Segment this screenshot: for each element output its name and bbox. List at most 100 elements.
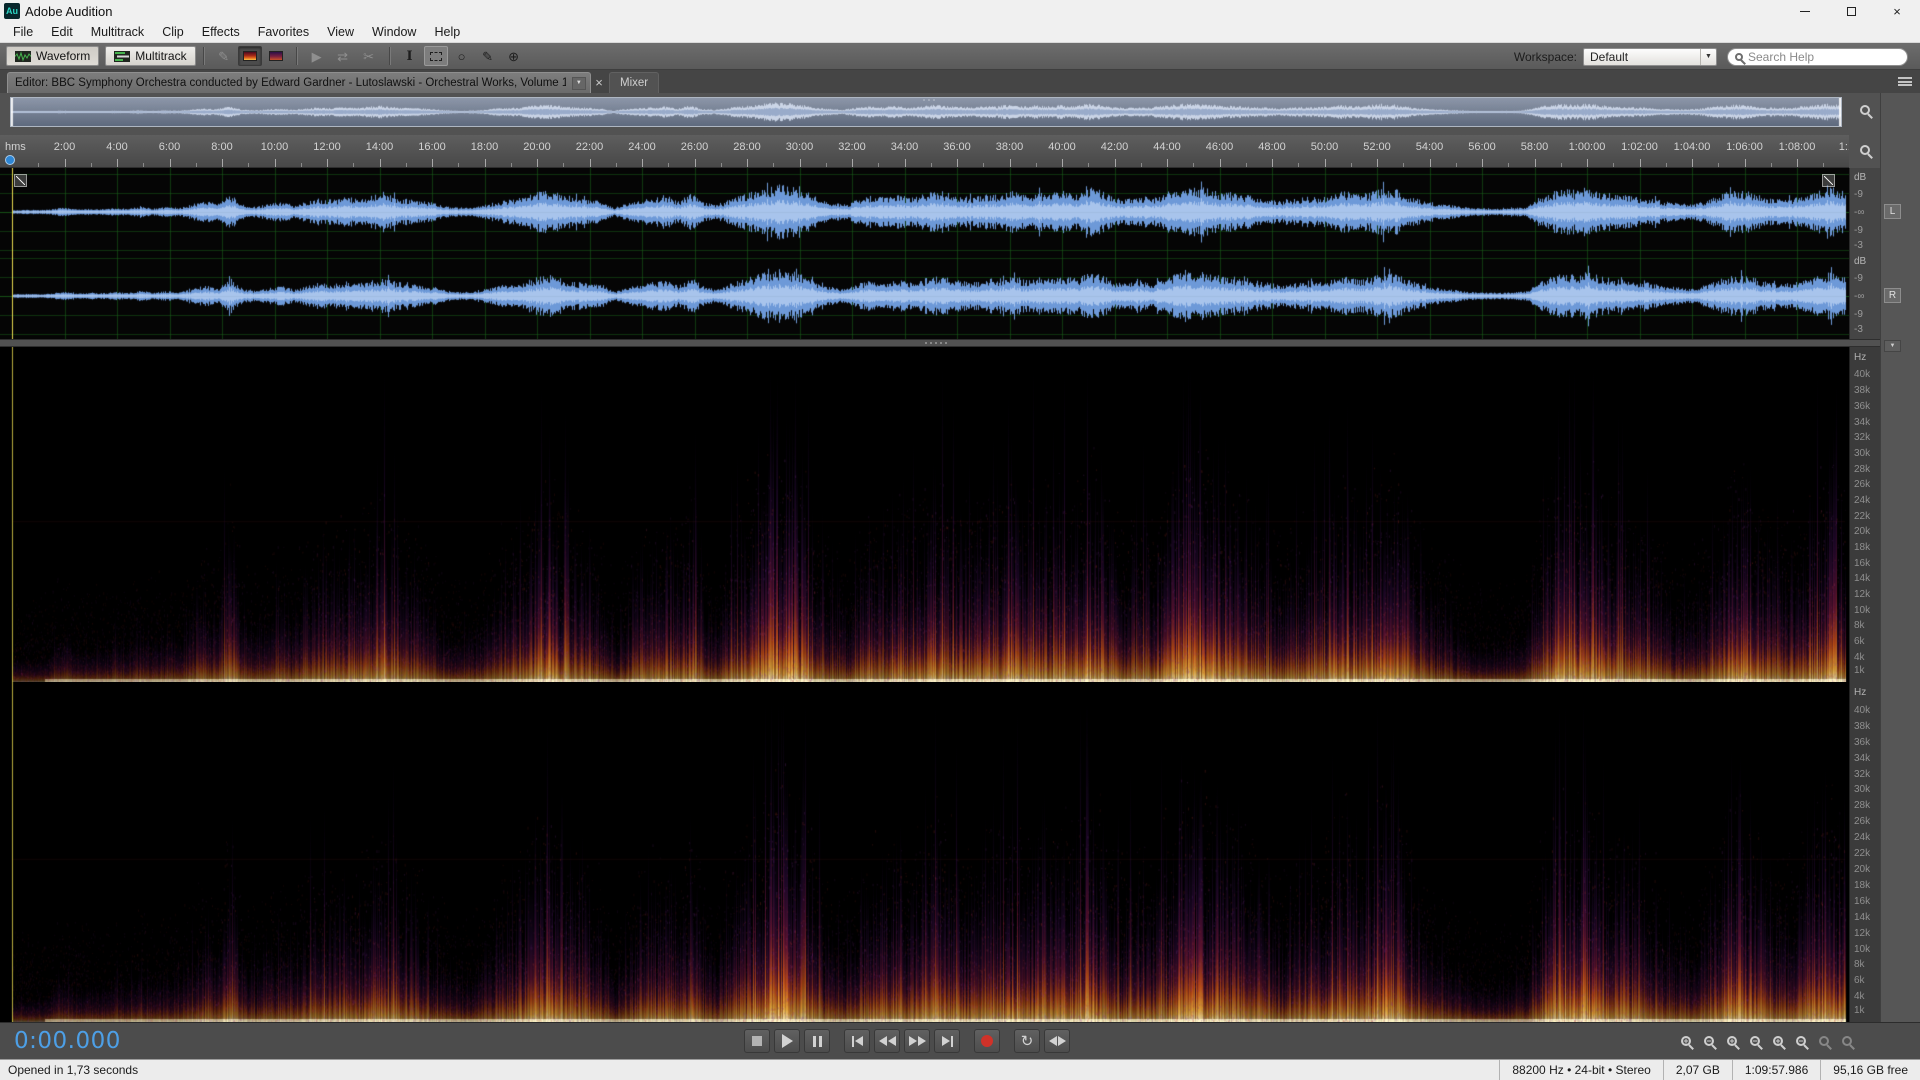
overview-grip[interactable] (923, 99, 935, 101)
loop-playback-button[interactable]: ↻ (1014, 1029, 1040, 1053)
overview-waveform[interactable] (11, 98, 1841, 126)
search-help-input[interactable]: Search Help (1727, 47, 1908, 66)
zoom-out-button[interactable]: − (1699, 1031, 1719, 1051)
time-display[interactable]: 0:00.000 (14, 1028, 121, 1054)
zoom-full-button[interactable] (1837, 1031, 1857, 1051)
timeline-tick-label: 46:00 (1205, 141, 1234, 153)
hz-scale-label: 28k (1854, 800, 1871, 812)
hz-scale-label: 14k (1854, 911, 1871, 923)
skip-selection-icon (1057, 1036, 1066, 1046)
zoom-in-button[interactable]: + (1676, 1031, 1696, 1051)
waveform-display[interactable] (0, 168, 1849, 339)
spectral-frequency-display-toggle-button[interactable] (237, 46, 262, 66)
timeline-minor-tick (1245, 163, 1247, 167)
db-scale-label: -3 (1854, 323, 1863, 335)
db-scale-label: -3 (1854, 239, 1863, 251)
menu-window[interactable]: Window (363, 22, 425, 43)
mixer-tab-label: Mixer (620, 77, 649, 89)
panel-menu-icon[interactable] (1898, 77, 1912, 86)
hz-scale-label: 38k (1854, 720, 1871, 732)
overview-zoom-button[interactable] (1854, 99, 1876, 121)
skip-previous-icon (854, 1036, 863, 1046)
channel-left-badge[interactable]: L (1884, 204, 1901, 219)
menu-effects[interactable]: Effects (193, 22, 249, 43)
spectrogram-left-canvas[interactable] (0, 347, 1849, 682)
timeline-tick-label: 40:00 (1048, 141, 1076, 153)
move-tool-button[interactable]: ▶ (305, 46, 329, 66)
timeline-minor-tick (1140, 163, 1142, 167)
panel-collapse-button[interactable]: ▼ (1884, 340, 1901, 352)
spectral-pitch-display-toggle-button[interactable] (264, 46, 288, 66)
playhead-marker[interactable] (5, 155, 15, 165)
timeline-tick-label: 56:00 (1468, 141, 1496, 153)
timeline-tick (1429, 159, 1431, 167)
timeline-ruler[interactable]: hms 2:00 4:00 6:00 8:00 10:00 12:00 14:00 16:00 1… (0, 135, 1849, 168)
zoom-in-vertical-button[interactable]: + (1768, 1031, 1788, 1051)
fast-forward-button[interactable] (904, 1029, 930, 1053)
zoom-out-vertical-button[interactable]: − (1791, 1031, 1811, 1051)
spectrogram-right-display[interactable] (0, 682, 1849, 1022)
record-button[interactable] (974, 1029, 1000, 1053)
zoom-out-horizontal-button[interactable]: − (1745, 1031, 1765, 1051)
status-file-size: 2,07 GB (1662, 1060, 1732, 1080)
db-scale-label: -9 (1854, 309, 1863, 321)
timeline-tick (1114, 159, 1116, 167)
overview-navigator[interactable] (10, 97, 1842, 127)
hz-scale-label: 26k (1854, 479, 1871, 491)
zoom-to-selection-button[interactable] (1814, 1031, 1834, 1051)
divider-grip[interactable] (925, 342, 947, 344)
menu-view[interactable]: View (318, 22, 363, 43)
paintbrush-selection-tool-button[interactable]: ✎ (476, 46, 500, 66)
pencil-tool-button[interactable]: ✎ (212, 46, 236, 66)
spot-healing-brush-tool-button[interactable]: ⊕ (502, 46, 526, 66)
rewind-icon (887, 1036, 896, 1046)
menu-favorites[interactable]: Favorites (249, 22, 318, 43)
menu-file[interactable]: File (4, 22, 42, 43)
hz-scale-label: 20k (1854, 526, 1871, 538)
spectrogram-right-canvas[interactable] (0, 682, 1849, 1022)
fade-in-handle[interactable] (14, 174, 27, 187)
vertical-scrollbar[interactable] (1880, 93, 1920, 1022)
stop-button[interactable] (744, 1029, 770, 1053)
hz-scale-label: 6k (1854, 975, 1865, 987)
channel-right-badge[interactable]: R (1884, 288, 1901, 303)
timeline-tick (379, 159, 381, 167)
lasso-selection-tool-button[interactable]: ○ (450, 46, 474, 66)
tab-editor[interactable]: Editor: BBC Symphony Orchestra conducted… (7, 72, 591, 93)
menu-help[interactable]: Help (425, 22, 469, 43)
marquee-selection-tool-button[interactable] (423, 46, 448, 66)
menu-multitrack[interactable]: Multitrack (82, 22, 153, 43)
tab-mixer[interactable]: Mixer (609, 72, 660, 93)
rewind-button[interactable] (874, 1029, 900, 1053)
menu-clip[interactable]: Clip (153, 22, 193, 43)
minimize-button[interactable] (1782, 0, 1828, 22)
skip-to-next-button[interactable] (934, 1029, 960, 1053)
workspace-dropdown[interactable]: Default ▼ (1583, 47, 1717, 66)
timeline-tick-label: 14:00 (365, 141, 394, 153)
panel-divider[interactable] (0, 339, 1880, 347)
editor-tab-close-button[interactable]: × (591, 72, 607, 93)
hz-scale-label: 8k (1854, 959, 1865, 971)
ruler-zoom-button[interactable] (1854, 139, 1876, 161)
maximize-button[interactable] (1828, 0, 1874, 22)
timeline-minor-tick (1455, 163, 1457, 167)
timeline-minor-tick (353, 163, 355, 167)
skip-to-previous-button[interactable] (844, 1029, 870, 1053)
spectrogram-left-display[interactable] (0, 347, 1849, 682)
pause-button[interactable] (804, 1029, 830, 1053)
db-unit-label: dB (1854, 256, 1867, 268)
zoom-in-horizontal-button[interactable]: + (1722, 1031, 1742, 1051)
razor-tool-button[interactable]: ✂ (357, 46, 381, 66)
skip-selection-button[interactable] (1044, 1029, 1070, 1053)
multitrack-view-button[interactable]: Multitrack (105, 46, 196, 66)
close-button[interactable]: × (1874, 0, 1920, 22)
play-button[interactable] (774, 1029, 800, 1053)
fade-out-handle[interactable] (1822, 174, 1835, 187)
waveform-canvas[interactable] (0, 168, 1849, 339)
waveform-view-button[interactable]: Waveform (6, 46, 100, 66)
slip-tool-button[interactable]: ⇄ (331, 46, 355, 66)
menu-edit[interactable]: Edit (42, 22, 82, 43)
editor-tab-dropdown[interactable]: ▼ (571, 76, 586, 90)
hz-scale-label: 6k (1854, 635, 1865, 647)
time-selection-tool-button[interactable]: I (398, 46, 422, 66)
